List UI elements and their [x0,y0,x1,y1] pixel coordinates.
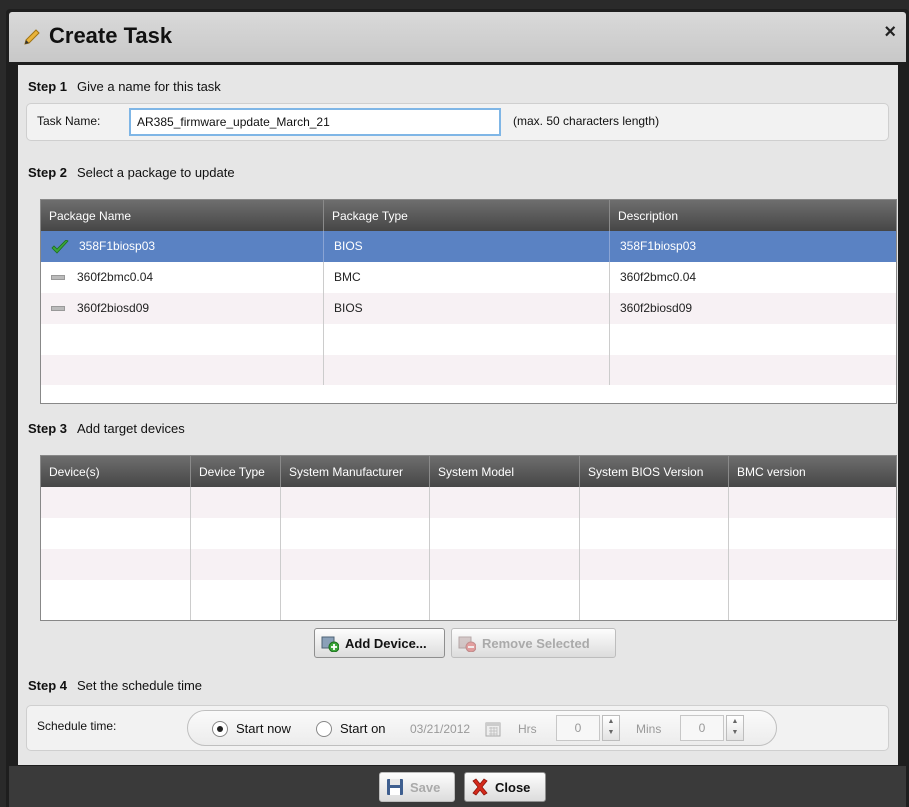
table-row[interactable]: 360f2biosd09 BIOS 360f2biosd09 [41,293,896,324]
step3-text: Add target devices [77,421,185,436]
empty-row [41,518,896,549]
start-now-label: Start now [236,721,291,736]
empty-row [41,549,896,580]
hrs-label: Hrs [518,722,537,736]
column-header-bios-version[interactable]: System BIOS Version [580,456,729,487]
dialog-titlebar: Create Task × [9,12,906,62]
step1-number: Step 1 [28,79,68,94]
dialog-footer: Save Close [9,766,906,807]
dialog-title: Create Task [49,23,173,48]
create-task-dialog: Create Task × Step 1 Give a name for this… [6,9,909,807]
step2-heading: Step 2 Select a package to update [28,165,235,180]
column-header-system-manufacturer[interactable]: System Manufacturer [281,456,430,487]
task-name-panel: Task Name: (max. 50 characters length) [26,103,889,141]
pencil-icon [24,29,40,45]
empty-row [41,580,896,620]
column-header-system-model[interactable]: System Model [430,456,580,487]
table-row[interactable]: 360f2bmc0.04 BMC 360f2bmc0.04 [41,262,896,293]
schedule-options: Start now Start on 03/21/2012 Hrs 0 ▲ ▼ M… [187,710,777,746]
package-name-cell: 360f2bmc0.04 [41,262,324,293]
unselected-indicator-icon [51,275,65,281]
package-name: 358F1biosp03 [79,239,156,253]
dialog-body: Step 1 Give a name for this task Task Nam… [18,65,898,765]
calendar-icon[interactable] [485,721,501,737]
add-device-label: Add Device... [345,635,427,651]
add-device-icon [321,636,339,652]
device-table-header: Device(s) Device Type System Manufacture… [41,456,896,487]
package-type: BIOS [324,231,610,262]
close-icon[interactable]: × [884,21,896,44]
package-type: BMC [324,262,610,293]
column-header-device-type[interactable]: Device Type [191,456,281,487]
column-header-package-name[interactable]: Package Name [41,200,324,231]
step4-number: Step 4 [28,678,68,693]
column-header-devices[interactable]: Device(s) [41,456,191,487]
step4-heading: Step 4 Set the schedule time [28,678,202,693]
step2-text: Select a package to update [77,165,235,180]
step3-number: Step 3 [28,421,68,436]
task-name-hint: (max. 50 characters length) [513,114,660,128]
package-name-cell: 360f2biosd09 [41,293,324,324]
save-label: Save [410,779,441,795]
add-device-button[interactable]: Add Device... [314,628,445,658]
hrs-input[interactable]: 0 [556,715,600,741]
close-x-icon [472,778,488,796]
empty-row [41,487,896,518]
package-description: 360f2bmc0.04 [620,270,697,284]
step2-number: Step 2 [28,165,68,180]
empty-row [41,355,896,385]
mins-input[interactable]: 0 [680,715,724,741]
package-name: 360f2bmc0.04 [77,270,154,284]
table-row[interactable]: 358F1biosp03 BIOS 358F1biosp03 [41,231,896,262]
package-description: 360f2biosd09 [620,301,693,315]
package-name-cell: 358F1biosp03 [41,231,324,262]
unselected-indicator-icon [51,306,65,312]
package-type: BIOS [324,293,610,324]
close-label: Close [495,779,531,795]
schedule-time-label: Schedule time: [37,719,117,733]
package-table-header: Package Name Package Type Description [41,200,896,231]
remove-device-icon [458,636,476,652]
package-table: Package Name Package Type Description 35… [40,199,897,404]
schedule-panel: Schedule time: Start now Start on 03/21/… [26,705,889,751]
task-name-label: Task Name: [37,114,101,128]
column-header-bmc-version[interactable]: BMC version [729,456,894,487]
close-button[interactable]: Close [464,772,546,802]
step3-heading: Step 3 Add target devices [28,421,185,436]
task-name-input[interactable] [129,108,501,136]
device-table: Device(s) Device Type System Manufacture… [40,455,897,621]
remove-selected-label: Remove Selected [482,635,590,651]
remove-selected-button[interactable]: Remove Selected [451,628,616,658]
column-header-package-type[interactable]: Package Type [324,200,610,231]
column-header-description[interactable]: Description [610,200,896,231]
step4-text: Set the schedule time [77,678,203,693]
checkmark-icon [51,239,69,254]
hrs-stepper[interactable]: ▲ ▼ [602,715,620,741]
start-on-radio[interactable] [316,721,332,737]
step1-text: Give a name for this task [77,79,221,94]
empty-row [41,324,896,355]
start-now-radio[interactable] [212,721,228,737]
mins-label: Mins [636,722,662,736]
mins-stepper[interactable]: ▲ ▼ [726,715,744,741]
save-icon [387,779,403,795]
date-field[interactable]: 03/21/2012 [410,722,470,736]
save-button[interactable]: Save [379,772,455,802]
step1-heading: Step 1 Give a name for this task [28,79,221,94]
package-description: 358F1biosp03 [620,239,697,253]
package-name: 360f2biosd09 [77,301,150,315]
start-on-label: Start on [340,721,386,736]
